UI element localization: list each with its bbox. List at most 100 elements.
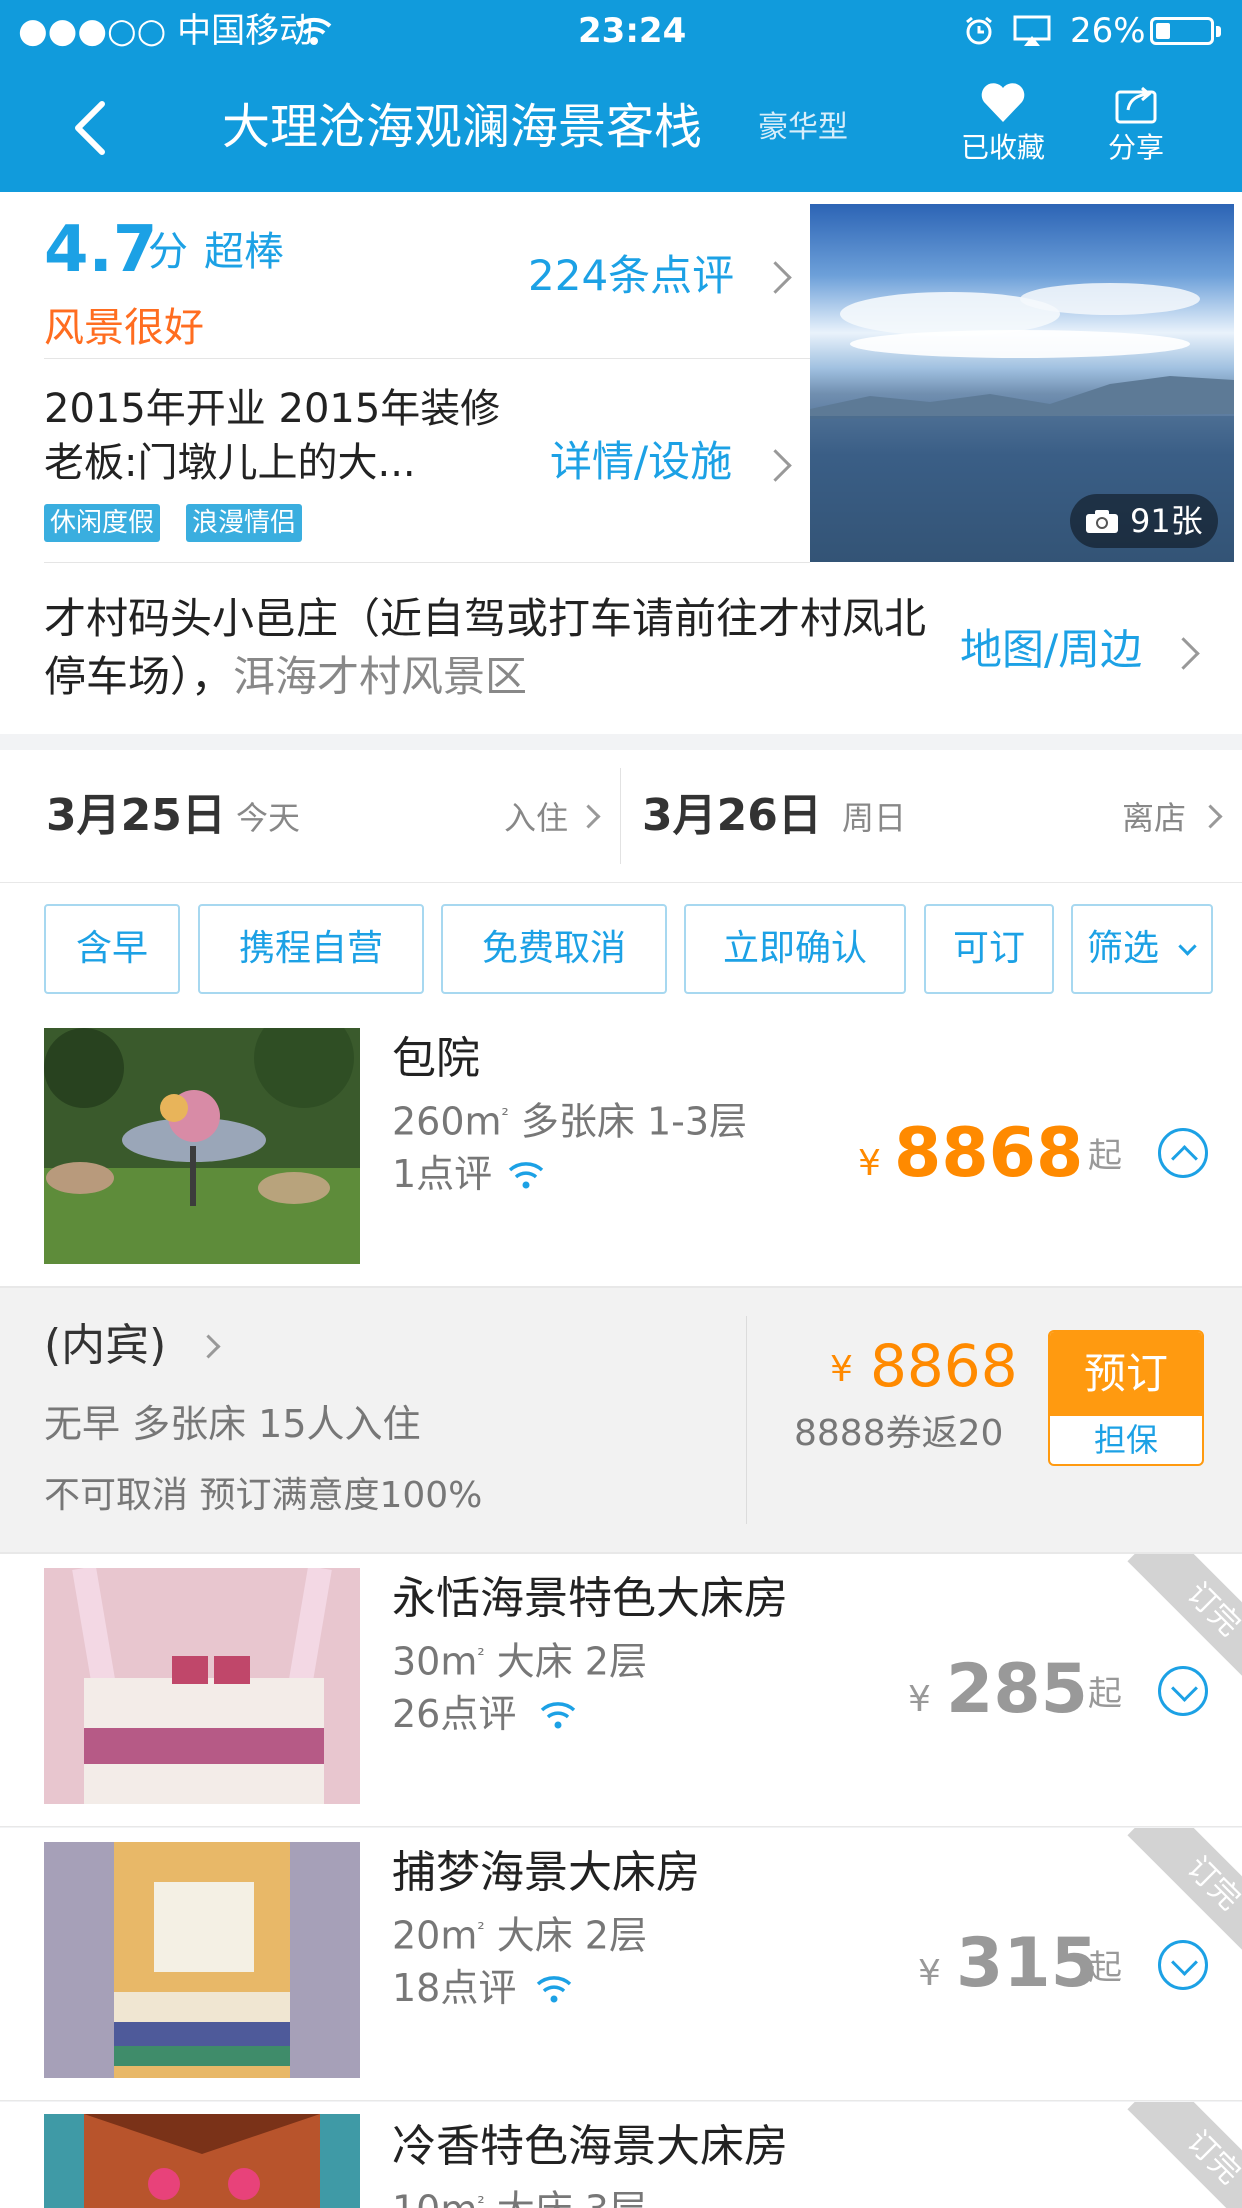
checkout-day: 周日 (842, 799, 907, 837)
chevron-down-icon (1178, 937, 1197, 956)
sold-out-label: 订完 (1127, 2102, 1242, 2208)
favorite-button[interactable]: 已收藏 (943, 74, 1063, 182)
checkout-date: 3月26日 (642, 790, 822, 841)
photo-count: 91张 (1130, 502, 1203, 540)
sold-out-ribbon: 订完 (1102, 2102, 1242, 2208)
room-name: 捕梦海景大床房 (392, 1847, 700, 1898)
rate-plan-meal: 无早 多张床 15人入住 (44, 1402, 421, 1446)
wifi-icon (296, 17, 332, 45)
map-nearby-link[interactable]: 地图/周边 (958, 616, 1208, 682)
book-label: 预订 (1050, 1332, 1202, 1416)
sold-out-ribbon: 订完 (1102, 1554, 1242, 1694)
details-facilities-link[interactable]: 详情/设施 (550, 428, 800, 494)
room-photo[interactable] (44, 1842, 360, 2078)
room-name: 冷香特色海景大床房 (392, 2121, 788, 2172)
heart-icon (981, 83, 1025, 122)
bedroom-photo (44, 2114, 360, 2208)
chevron-right-icon (759, 261, 792, 294)
room-spec: 260m² 多张床 1-3层 (392, 1099, 748, 1144)
room-review-count: 26点评 (392, 1692, 517, 1736)
price-currency: ¥ (908, 1679, 931, 1720)
bedroom-photo (44, 1568, 360, 1804)
checkin-date: 3月25日 (46, 790, 226, 841)
nav-bar: 大理沧海观澜海景客栈 豪华型 已收藏 分享 (0, 62, 1242, 192)
divider (620, 768, 621, 864)
filter-available[interactable]: 可订 (924, 904, 1054, 994)
room-spec: 20m² 大床 2层 (392, 1913, 647, 1958)
filter-more-dropdown[interactable]: 筛选 (1071, 904, 1213, 994)
favorite-label: 已收藏 (960, 131, 1045, 164)
sold-out-label: 订完 (1127, 1554, 1242, 1694)
back-icon[interactable] (70, 100, 110, 156)
filter-breakfast[interactable]: 含早 (44, 904, 180, 994)
share-button[interactable]: 分享 (1076, 74, 1196, 182)
room-spec: 30m² 大床 2层 (392, 1639, 647, 1684)
alarm-icon (966, 16, 992, 45)
sold-out-ribbon: 订完 (1102, 1828, 1242, 1968)
review-highlight: 风景很好 (44, 305, 204, 351)
room-photo[interactable] (44, 2114, 360, 2208)
map-link-label: 地图/周边 (960, 625, 1143, 674)
intro-line-1: 2015年开业 2015年装修 (44, 386, 501, 432)
price-currency: ¥ (918, 1953, 941, 1994)
photo-count-badge[interactable]: 91张 (1070, 494, 1218, 548)
airplay-icon (1013, 15, 1051, 46)
collapse-icon[interactable] (1158, 1128, 1208, 1178)
share-icon (1115, 86, 1157, 124)
chevron-right-icon (759, 449, 792, 482)
rate-currency: ¥ (830, 1349, 853, 1390)
room-photo[interactable] (44, 1568, 360, 1804)
divider (44, 358, 810, 359)
battery-percent: 26% (1070, 11, 1146, 51)
guarantee-label: 担保 (1093, 1421, 1158, 1459)
checkout-label: 离店 (1122, 799, 1187, 837)
room-name: 永恬海景特色大床房 (392, 1573, 788, 1624)
room-review-count: 18点评 (392, 1966, 517, 2010)
rate-plan-name: (内宾) (44, 1320, 167, 1371)
wifi-icon (536, 1976, 572, 2003)
filter-instant-confirm[interactable]: 立即确认 (684, 904, 906, 994)
garden-photo (44, 1028, 360, 1264)
room-price: 8868 (894, 1114, 1084, 1193)
coupon-rebate: 8888券返20 (794, 1413, 1004, 1454)
bedroom-photo (44, 1842, 360, 2078)
filter-ctrip-self[interactable]: 携程自营 (198, 904, 424, 994)
tag-romantic: 浪漫情侣 (186, 504, 303, 542)
status-bar: ●●●○○ 中国移动 23:24 26% (0, 0, 1242, 62)
wifi-icon (508, 1162, 544, 1189)
details-link-label: 详情/设施 (550, 437, 733, 486)
page-title: 大理沧海观澜海景客栈 (222, 99, 703, 155)
wifi-icon (540, 1702, 576, 1729)
book-button[interactable]: 预订 担保 (1048, 1330, 1204, 1466)
divider (44, 562, 810, 563)
chevron-right-icon (1167, 637, 1200, 670)
room-price: 315 (956, 1924, 1098, 2003)
carrier-label: ●●●○○ 中国移动 (18, 11, 314, 51)
divider (746, 1316, 747, 1524)
hotel-intro[interactable]: 2015年开业 2015年装修 老板:门墩儿上的大... (44, 382, 544, 490)
room-name: 包院 (392, 1033, 480, 1084)
filter-more-label: 筛选 (1087, 928, 1160, 969)
price-currency: ¥ (858, 1143, 881, 1184)
room-photo[interactable] (44, 1028, 360, 1264)
tag-leisure: 休闲度假 (44, 504, 161, 542)
reviews-link[interactable]: 224条点评 (528, 242, 798, 308)
filter-free-cancel[interactable]: 免费取消 (441, 904, 667, 994)
rating-unit: 分 (148, 229, 188, 275)
sold-out-label: 订完 (1127, 1828, 1242, 1968)
reviews-link-label: 224条点评 (528, 251, 735, 300)
camera-icon (1086, 510, 1118, 533)
rate-plan-title[interactable]: (内宾) (44, 1316, 221, 1376)
rate-plan-policy: 不可取消 预订满意度100% (44, 1475, 483, 1516)
room-spec: 10m² 大床 3层 (392, 2188, 647, 2208)
rate-price: 8868 (870, 1332, 1018, 1400)
clock: 23:24 (578, 11, 687, 51)
hotel-grade: 豪华型 (758, 110, 848, 145)
share-label: 分享 (1107, 131, 1164, 164)
hotel-address: 才村码头小邑庄（近自驾或打车请前往才村凤北停车场），洱海才村风景区 (44, 590, 944, 706)
room-review-count: 1点评 (392, 1152, 493, 1196)
room-price: 285 (946, 1650, 1088, 1729)
price-from: 起 (1088, 1136, 1122, 1176)
intro-line-2: 老板:门墩儿上的大... (44, 440, 416, 486)
checkin-label: 入住 (504, 799, 569, 837)
